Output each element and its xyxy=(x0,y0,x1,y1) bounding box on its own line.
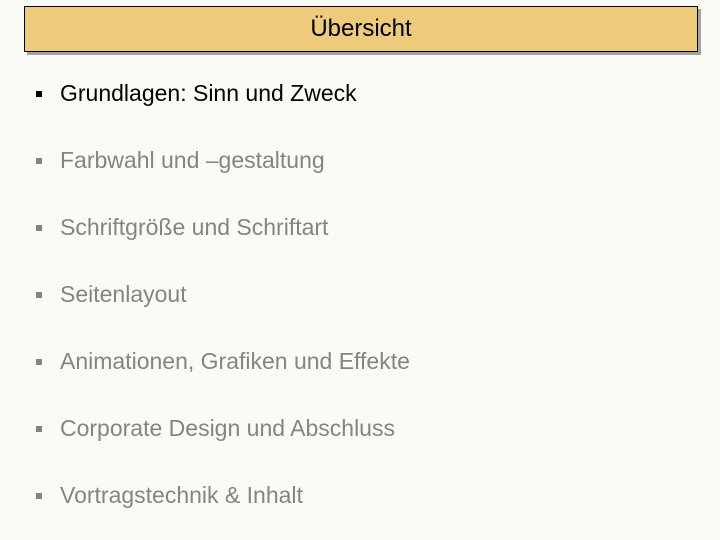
bullet-icon xyxy=(36,426,42,432)
list-item: Farbwahl und –gestaltung xyxy=(36,147,684,174)
bullet-icon xyxy=(36,158,42,164)
list-item: Vortragstechnik & Inhalt xyxy=(36,482,684,509)
list-item: Corporate Design und Abschluss xyxy=(36,415,684,442)
list-item: Seitenlayout xyxy=(36,281,684,308)
bullet-icon xyxy=(36,493,42,499)
list-item-label: Schriftgröße und Schriftart xyxy=(60,214,328,241)
bullet-list: Grundlagen: Sinn und Zweck Farbwahl und … xyxy=(36,80,684,540)
bullet-icon xyxy=(36,225,42,231)
title-box: Übersicht xyxy=(24,6,698,52)
list-item-label: Seitenlayout xyxy=(60,281,187,308)
list-item-label: Grundlagen: Sinn und Zweck xyxy=(60,80,357,107)
list-item: Grundlagen: Sinn und Zweck xyxy=(36,80,684,107)
bullet-icon xyxy=(36,292,42,298)
bullet-icon xyxy=(36,91,42,97)
slide-title: Übersicht xyxy=(310,15,411,43)
list-item: Schriftgröße und Schriftart xyxy=(36,214,684,241)
list-item: Animationen, Grafiken und Effekte xyxy=(36,348,684,375)
list-item-label: Corporate Design und Abschluss xyxy=(60,415,395,442)
list-item-label: Vortragstechnik & Inhalt xyxy=(60,482,303,509)
slide: Übersicht Grundlagen: Sinn und Zweck Far… xyxy=(0,0,720,540)
bullet-icon xyxy=(36,359,42,365)
list-item-label: Farbwahl und –gestaltung xyxy=(60,147,325,174)
list-item-label: Animationen, Grafiken und Effekte xyxy=(60,348,410,375)
